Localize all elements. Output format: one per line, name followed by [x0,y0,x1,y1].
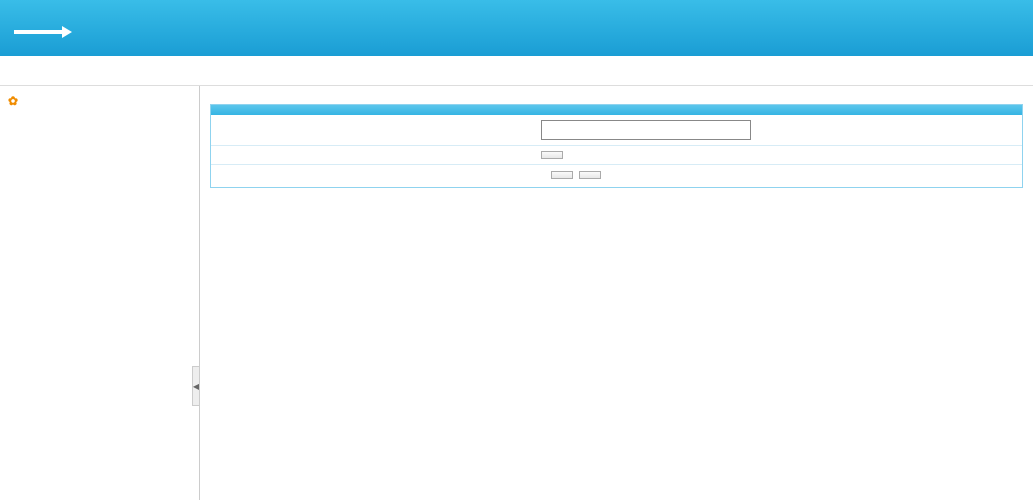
button-row [211,165,1022,187]
choose-file-button[interactable] [541,151,563,159]
submit-button[interactable] [551,171,573,179]
top-bar [0,0,1033,56]
sidebar: ✿ ◀ [0,86,200,500]
main-area: ✿ ◀ [0,86,1033,500]
sidebar-collapse-handle[interactable]: ◀ [192,366,200,406]
form-row-file [211,146,1022,165]
tablename-input[interactable] [541,120,751,140]
arrow-icon [14,30,64,34]
logo [0,0,176,56]
panel-title [211,105,1022,115]
user-area [991,0,1033,56]
sub-nav [0,56,1033,86]
sidebar-title: ✿ [0,90,199,112]
panel [210,104,1023,188]
content [200,86,1033,500]
gear-icon: ✿ [8,94,18,108]
reset-button[interactable] [579,171,601,179]
form-row-tablename [211,115,1022,146]
breadcrumb [210,94,1023,104]
panel-body [211,115,1022,187]
